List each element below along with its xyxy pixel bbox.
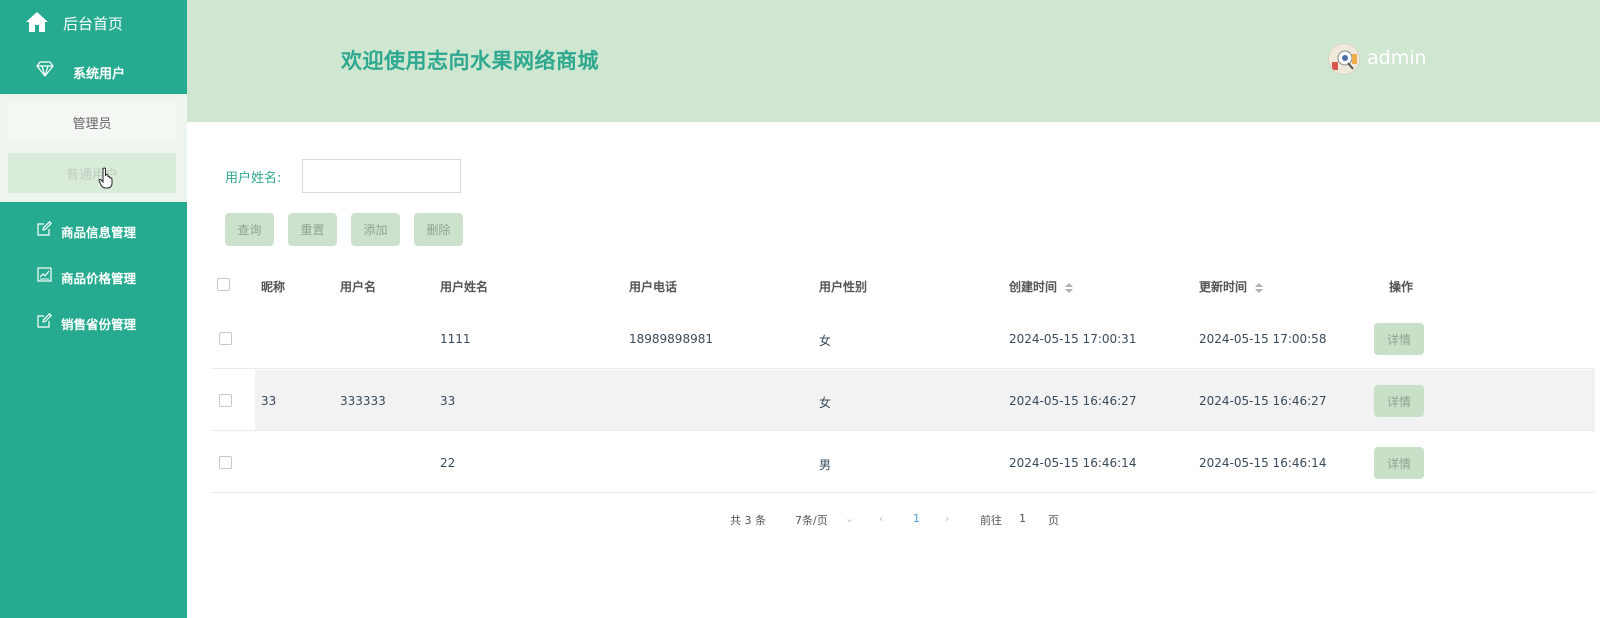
chevron-down-icon[interactable]: ⌄ [845,512,854,525]
table-row: 1111 18989898981 女 2024-05-15 17:00:31 2… [211,308,1595,369]
sidebar-item-product-price[interactable]: 商品价格管理 [0,251,187,297]
header: 欢迎使用志向水果网络商城 admin [187,0,1600,122]
edit-icon [37,313,52,328]
cell-phone: 18989898981 [629,332,713,346]
cell-username: 333333 [340,394,386,408]
cell-updated: 2024-05-15 16:46:27 [1199,394,1327,408]
sidebar-item-product-info[interactable]: 商品信息管理 [0,205,187,251]
column-actions: 操作 [1389,280,1414,294]
user-name[interactable]: admin [1367,47,1427,69]
column-gender: 用户性别 [819,280,868,294]
sidebar-group-label: 系统用户 [73,67,126,82]
add-button[interactable]: 添加 [351,213,400,246]
cell-nickname: 33 [261,394,277,408]
avatar-icon [1329,44,1359,74]
sidebar-home-label: 后台首页 [63,15,124,33]
sidebar-item-label: 商品信息管理 [61,225,137,240]
page-suffix: 页 [1048,514,1059,527]
sidebar-item-sales-province[interactable]: 销售省份管理 [0,297,187,343]
search-label: 用户姓名: [225,171,282,186]
column-nickname: 昵称 [261,280,286,294]
sidebar-item-label: 商品价格管理 [61,271,137,286]
search-input[interactable] [302,159,461,193]
select-all-checkbox[interactable] [217,278,230,291]
column-created-label: 创建时间 [1009,280,1058,294]
goto-label: 前往 [980,514,1002,527]
detail-button[interactable]: 详情 [1374,323,1424,355]
cell-gender: 男 [819,458,832,472]
row-checkbox[interactable] [219,456,232,469]
cell-created: 2024-05-15 16:46:27 [1009,394,1137,408]
sidebar-group-system-users[interactable]: 系统用户 [0,46,187,94]
column-username: 用户名 [340,280,377,294]
sidebar-submenu: 管理员 普通用户 [0,94,187,202]
cell-gender: 女 [819,334,832,348]
sidebar-item-admin[interactable]: 管理员 [8,102,176,142]
next-page-icon[interactable]: › [945,512,949,525]
reset-button[interactable]: 重置 [288,213,337,246]
detail-button[interactable]: 详情 [1374,447,1424,479]
prev-page-icon[interactable]: ‹ [879,512,883,525]
cell-realname: 1111 [440,332,471,346]
gem-icon [36,61,54,77]
cell-updated: 2024-05-15 16:46:14 [1199,456,1327,470]
column-updated-label: 更新时间 [1199,280,1248,294]
row-checkbox[interactable] [219,332,232,345]
sidebar-home[interactable]: 后台首页 [0,0,187,46]
home-icon [26,12,48,32]
main-content: 用户姓名: 查询 重置 添加 删除 昵称 用户名 用户姓名 用户电话 用户性别 … [195,130,1595,618]
sidebar-item-normal-user[interactable]: 普通用户 [8,153,176,193]
avatar[interactable] [1328,43,1360,75]
delete-button[interactable]: 删除 [414,213,463,246]
sort-icon[interactable] [1255,282,1264,293]
column-created[interactable]: 创建时间 [1009,278,1074,295]
sort-icon[interactable] [1065,282,1074,293]
cell-updated: 2024-05-15 17:00:58 [1199,332,1327,346]
cell-created: 2024-05-15 16:46:14 [1009,456,1137,470]
goto-input[interactable]: 1 [1019,512,1026,525]
checkbox-cell [211,370,255,430]
table-header: 昵称 用户名 用户姓名 用户电话 用户性别 创建时间 更新时间 操作 [211,265,1595,305]
page-size-select[interactable]: 7条/页 [795,512,828,528]
pagination: 共 3 条 7条/页 ⌄ ‹ 1 › 前往 1 页 [195,505,1595,535]
sidebar: 后台首页 系统用户 管理员 普通用户 商品信息管理 商品价格管理 销售省份管理 [0,0,187,618]
sidebar-item-label: 销售省份管理 [61,317,137,332]
edit-icon [37,221,52,236]
query-button[interactable]: 查询 [225,213,274,246]
column-realname: 用户姓名 [440,280,489,294]
column-phone: 用户电话 [629,280,678,294]
table-row: 33 333333 33 女 2024-05-15 16:46:27 2024-… [211,370,1595,431]
cell-realname: 33 [440,394,456,408]
detail-button[interactable]: 详情 [1374,385,1424,417]
row-checkbox[interactable] [219,394,232,407]
pagination-total: 共 3 条 [730,514,766,527]
table-row: 22 男 2024-05-15 16:46:14 2024-05-15 16:4… [211,432,1595,493]
column-updated[interactable]: 更新时间 [1199,278,1264,295]
chart-icon [37,267,52,282]
cell-realname: 22 [440,456,456,470]
cell-gender: 女 [819,396,832,410]
page-title: 欢迎使用志向水果网络商城 [341,49,599,73]
page-number-current[interactable]: 1 [913,512,920,525]
cell-created: 2024-05-15 17:00:31 [1009,332,1137,346]
hand-cursor-icon [98,167,113,189]
